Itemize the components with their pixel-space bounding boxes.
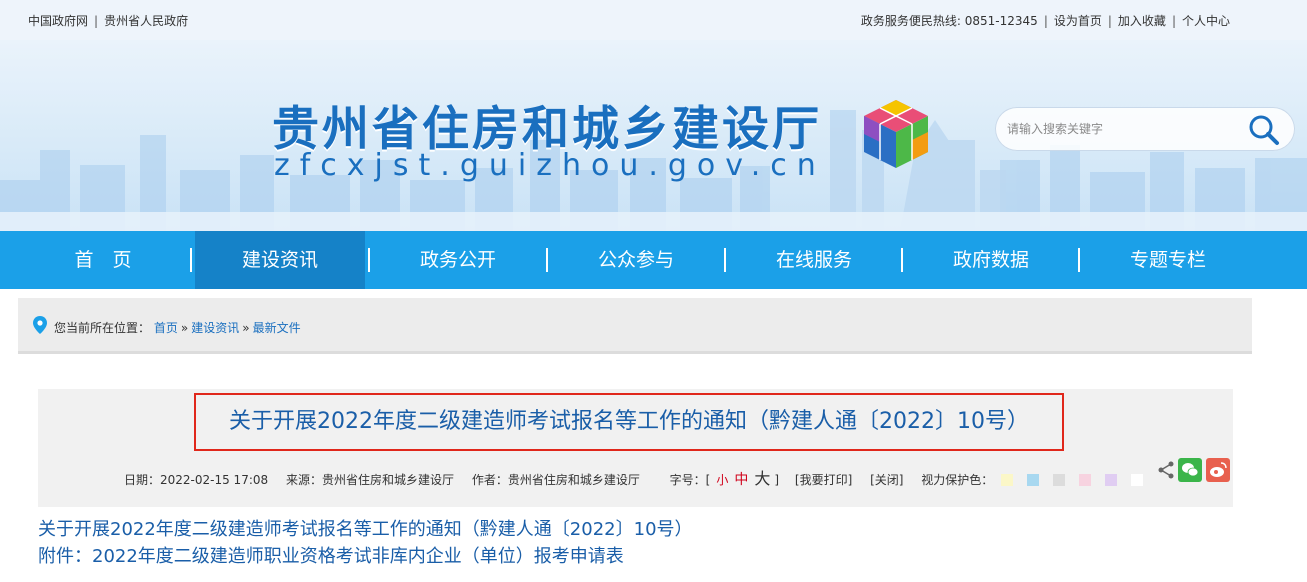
province-gov-link[interactable]: 贵州省人民政府 xyxy=(104,14,188,28)
top-bar: 中国政府网 | 贵州省人民政府 政务服务便民热线: 0851-12345 | 设为首页 |… xyxy=(0,0,1307,40)
breadcrumb-news[interactable]: 建设资讯 xyxy=(191,321,239,335)
divider: | xyxy=(94,14,99,28)
eye-color-swatch-white[interactable] xyxy=(1131,474,1144,486)
eye-color-swatches xyxy=(1001,473,1157,487)
divider: | xyxy=(1107,14,1112,28)
nav-divider xyxy=(1078,248,1080,272)
personal-center-link[interactable]: 个人中心 xyxy=(1182,14,1230,28)
nav-item-public[interactable]: 公众参与 xyxy=(550,231,722,289)
article-meta: 日期：2022-02-15 17:08 来源：贵州省住房和城乡建设厅 作者：贵州… xyxy=(124,465,1157,489)
weibo-icon[interactable] xyxy=(1206,458,1230,482)
add-favorite-link[interactable]: 加入收藏 xyxy=(1118,14,1166,28)
set-homepage-link[interactable]: 设为首页 xyxy=(1054,14,1102,28)
top-bar-right: 政务服务便民热线: 0851-12345 | 设为首页 | 加入收藏 | 个人中心 xyxy=(861,12,1230,29)
nav-divider xyxy=(901,248,903,272)
attachment-link[interactable]: 附件：2022年度二级建造师职业资格考试非库内企业（单位）报考申请表 xyxy=(38,542,624,568)
eye-color-swatch-yellow[interactable] xyxy=(1001,474,1014,486)
breadcrumb-text: 您当前所在位置： 首页» 建设资讯» 最新文件 xyxy=(54,319,301,336)
breadcrumb-separator: » xyxy=(242,321,250,335)
article-source: 来源：贵州省住房和城乡建设厅 xyxy=(285,473,454,487)
font-medium-button[interactable]: 中 xyxy=(734,472,748,488)
search-box xyxy=(995,107,1295,151)
nav-divider xyxy=(368,248,370,272)
eye-color-swatch-purple[interactable] xyxy=(1105,474,1118,486)
breadcrumb-prefix: 您当前所在位置： xyxy=(54,321,151,335)
eye-protect-label: 视力保护色： xyxy=(921,473,994,487)
share-icon[interactable] xyxy=(1154,458,1178,482)
notice-link[interactable]: 关于开展2022年度二级建造师考试报名等工作的通知（黔建人通〔2022〕10号） xyxy=(38,515,693,541)
nav-divider xyxy=(724,248,726,272)
nav-divider xyxy=(190,248,192,272)
article-header: 关于开展2022年度二级建造师考试报名等工作的通知（黔建人通〔2022〕10号）… xyxy=(38,389,1233,507)
search-input[interactable] xyxy=(1007,118,1237,140)
font-large-button[interactable]: 大 xyxy=(754,469,770,488)
nav-item-online-service[interactable]: 在线服务 xyxy=(728,231,900,289)
nav-item-gov-data[interactable]: 政府数据 xyxy=(905,231,1077,289)
cube-logo-icon xyxy=(864,100,928,168)
location-pin-icon xyxy=(33,316,47,334)
print-button[interactable]: [我要打印] xyxy=(795,473,852,487)
eye-color-swatch-blue[interactable] xyxy=(1027,474,1040,486)
main-nav: 首 页 建设资讯 政务公开 公众参与 在线服务 政府数据 专题专栏 xyxy=(0,231,1307,289)
divider: | xyxy=(1043,14,1048,28)
wechat-icon[interactable] xyxy=(1178,458,1202,482)
nav-item-home[interactable]: 首 页 xyxy=(14,231,192,289)
gov-link[interactable]: 中国政府网 xyxy=(28,14,88,28)
site-url: zfcxjst.guizhou.gov.cn xyxy=(274,148,826,183)
eye-color-swatch-gray[interactable] xyxy=(1053,474,1066,486)
breadcrumb-separator: » xyxy=(180,321,189,335)
nav-item-news[interactable]: 建设资讯 xyxy=(195,231,365,289)
top-bar-left: 中国政府网 | 贵州省人民政府 xyxy=(28,12,188,29)
nav-item-special[interactable]: 专题专栏 xyxy=(1082,231,1254,289)
font-small-button[interactable]: 小 xyxy=(716,473,728,487)
nav-divider xyxy=(546,248,548,272)
font-size-label: 字号：[ xyxy=(669,473,711,487)
eye-color-swatch-pink[interactable] xyxy=(1079,474,1092,486)
close-button[interactable]: [关闭] xyxy=(870,473,903,487)
search-icon[interactable] xyxy=(1247,113,1281,147)
article-author: 作者：贵州省住房和城乡建设厅 xyxy=(471,473,640,487)
divider: | xyxy=(1171,14,1176,28)
hotline-text: 政务服务便民热线: 0851-12345 xyxy=(860,14,1038,28)
nav-item-gov-affairs[interactable]: 政务公开 xyxy=(372,231,544,289)
font-size-close: ] xyxy=(774,473,780,487)
breadcrumb: 您当前所在位置： 首页» 建设资讯» 最新文件 xyxy=(18,298,1252,354)
article-title: 关于开展2022年度二级建造师考试报名等工作的通知（黔建人通〔2022〕10号） xyxy=(229,409,1029,434)
font-size-control: 字号：[ 小中大] xyxy=(669,469,783,488)
breadcrumb-home[interactable]: 首页 xyxy=(154,321,178,335)
article-date: 日期：2022-02-15 17:08 xyxy=(124,473,269,487)
title-highlight-box: 关于开展2022年度二级建造师考试报名等工作的通知（黔建人通〔2022〕10号） xyxy=(194,393,1064,451)
breadcrumb-latest-files[interactable]: 最新文件 xyxy=(253,321,301,335)
banner: 贵州省住房和城乡建设厅 zfcxjst.guizhou.gov.cn xyxy=(0,40,1307,231)
